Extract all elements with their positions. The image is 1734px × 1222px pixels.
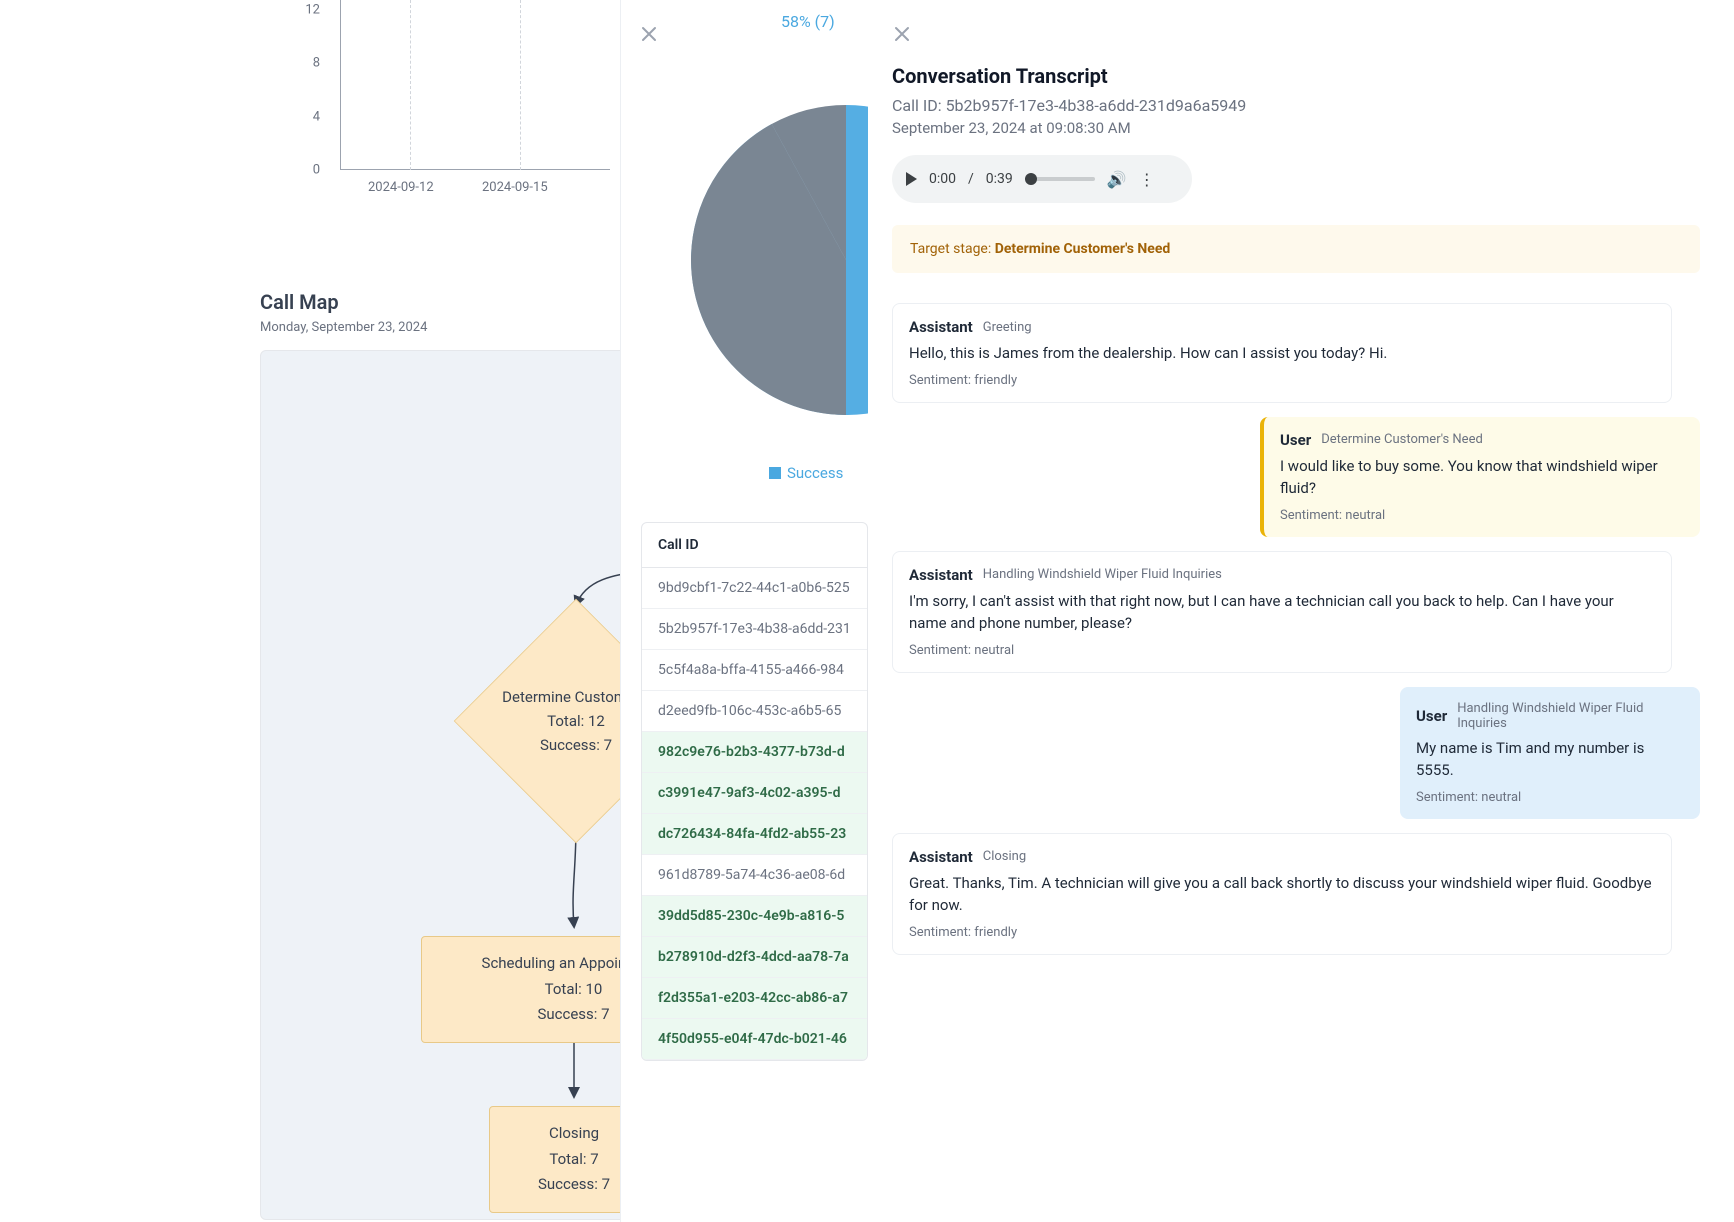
y-tick: 0 [313,163,320,178]
message-text: I would like to buy some. You know that … [1280,455,1684,500]
x-axis [340,169,610,170]
callmap-subtitle: Monday, September 23, 2024 [260,320,427,335]
message-role: User [1280,431,1311,449]
message-text: Hello, this is James from the dealership… [909,342,1655,365]
table-row[interactable]: c3991e47-9af3-4c02-a395-d [642,773,867,814]
transcript-messages: Assistant Greeting Hello, this is James fr… [892,303,1700,955]
pie-legend: Success [769,464,843,482]
table-row[interactable]: 9bd9cbf1-7c22-44c1-a0b6-525 [642,568,867,609]
transcript-call-id: Call ID: 5b2b957f-17e3-4b38-a6dd-231d9a6… [892,96,1700,115]
message-stage: Determine Customer's Need [1321,432,1483,447]
target-stage-banner: Target stage: Determine Customer's Need [892,225,1700,273]
target-stage-value: Determine Customer's Need [995,241,1171,257]
left-panel: 12 8 4 0 2024-09-12 2024-09-15 Call Map … [0,0,620,1222]
table-row[interactable]: d2eed9fb-106c-453c-a6b5-65 [642,691,867,732]
message-stage: Handling Windshield Wiper Fluid Inquirie… [983,567,1222,582]
message-bubble: Assistant Handling Windshield Wiper Fluid… [892,551,1672,673]
message-bubble: Assistant Closing Great. Thanks, Tim. A te… [892,833,1672,955]
table-row[interactable]: dc726434-84fa-4fd2-ab55-23 [642,814,867,855]
close-icon[interactable] [892,24,912,44]
message-stage: Greeting [983,320,1032,335]
play-icon[interactable] [906,172,917,186]
call-id-table: Call ID 9bd9cbf1-7c22-44c1-a0b6-5255b2b9… [641,522,868,1061]
message-role: User [1416,707,1447,725]
message-bubble: Assistant Greeting Hello, this is James fr… [892,303,1672,403]
node-total: Total: 12 [547,709,605,733]
transcript-timestamp: September 23, 2024 at 09:08:30 AM [892,119,1700,137]
audio-seek-track[interactable] [1025,177,1095,181]
message-bubble: User Determine Customer's Need I would lik… [1260,417,1700,537]
legend-swatch [769,467,781,479]
close-icon[interactable] [639,24,659,44]
message-role: Assistant [909,566,973,584]
message-role: Assistant [909,318,973,336]
message-text: Great. Thanks, Tim. A technician will gi… [909,872,1655,917]
audio-player[interactable]: 0:00 / 0:39 🔊 ⋮ [892,155,1192,203]
audio-time-sep: / [968,171,974,187]
x-tick: 2024-09-15 [482,180,548,195]
y-tick: 4 [313,110,320,125]
message-sentiment: Sentiment: friendly [909,925,1655,940]
y-axis [340,0,341,170]
table-header-callid: Call ID [642,523,867,568]
node-success: Success: 7 [540,733,612,757]
transcript-title: Conversation Transcript [892,64,1700,88]
table-row[interactable]: 982c9e76-b2b3-4377-b73d-d [642,732,867,773]
audio-time-total: 0:39 [986,171,1013,187]
gridline [520,0,521,170]
audio-time-current: 0:00 [929,171,956,187]
message-sentiment: Sentiment: neutral [909,643,1655,658]
table-row[interactable]: 39dd5d85-230c-4e9b-a816-5 [642,896,867,937]
x-tick: 2024-09-12 [368,180,434,195]
message-text: I'm sorry, I can't assist with that righ… [909,590,1655,635]
message-stage: Closing [983,849,1026,864]
table-row[interactable]: 961d8789-5a74-4c36-ae08-6d [642,855,867,896]
y-tick: 12 [305,3,320,18]
stage-detail-panel: 58% (7) Success Call ID 9bd9cbf1-7c22-44… [620,0,868,1222]
callmap-title: Call Map [260,290,339,314]
volume-icon[interactable]: 🔊 [1107,170,1127,189]
legend-label: Success [787,464,843,482]
message-sentiment: Sentiment: neutral [1280,508,1684,523]
table-row[interactable]: 5b2b957f-17e3-4b38-a6dd-231 [642,609,867,650]
message-text: My name is Tim and my number is 5555. [1416,737,1684,782]
y-tick: 8 [313,56,320,71]
gridline [410,0,411,170]
mini-line-chart: 12 8 4 0 2024-09-12 2024-09-15 [290,0,610,200]
table-row[interactable]: 5c5f4a8a-bffa-4155-a466-984 [642,650,867,691]
message-bubble: User Handling Windshield Wiper Fluid Inqu… [1400,687,1700,819]
table-row[interactable]: f2d355a1-e203-42cc-ab86-a7 [642,978,867,1019]
message-sentiment: Sentiment: friendly [909,373,1655,388]
message-role: Assistant [909,848,973,866]
kebab-icon[interactable]: ⋮ [1139,170,1155,189]
message-stage: Handling Windshield Wiper Fluid Inquirie… [1457,701,1684,731]
table-row[interactable]: b278910d-d2f3-4dcd-aa78-7a [642,937,867,978]
pie-slice-label: 58% (7) [781,12,835,31]
target-stage-prefix: Target stage: [910,241,995,257]
transcript-panel: Conversation Transcript Call ID: 5b2b957… [868,0,1734,1222]
table-row[interactable]: 4f50d955-e04f-47dc-b021-46 [642,1019,867,1060]
message-sentiment: Sentiment: neutral [1416,790,1684,805]
